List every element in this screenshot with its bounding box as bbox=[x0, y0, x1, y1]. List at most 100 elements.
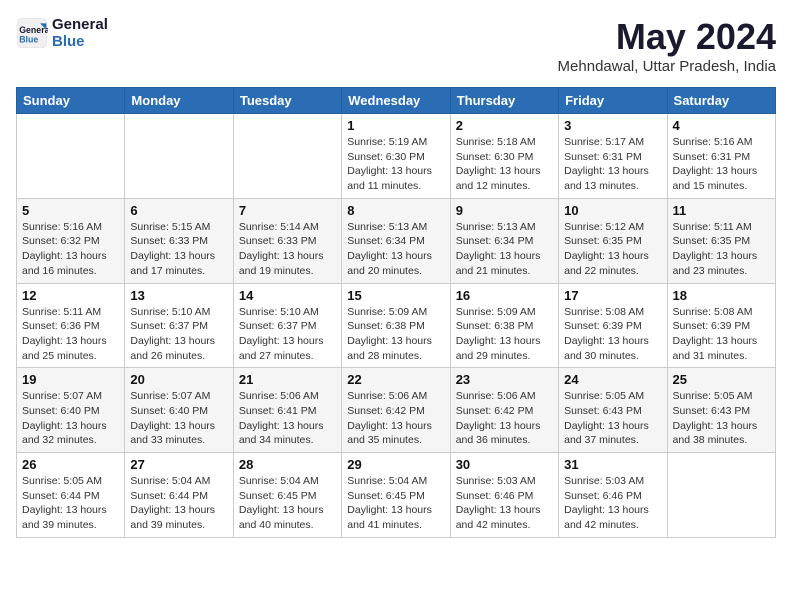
calendar-week-row: 19 Sunrise: 5:07 AM Sunset: 6:40 PM Dayli… bbox=[17, 368, 776, 453]
calendar-empty-cell bbox=[233, 114, 341, 199]
day-info: Sunrise: 5:13 AM Sunset: 6:34 PM Dayligh… bbox=[347, 220, 444, 279]
svg-text:Blue: Blue bbox=[19, 35, 38, 45]
logo-general: General bbox=[52, 16, 108, 33]
calendar-day-cell: 10 Sunrise: 5:12 AM Sunset: 6:35 PM Dayli… bbox=[559, 198, 667, 283]
day-number: 10 bbox=[564, 203, 661, 218]
day-number: 25 bbox=[673, 372, 770, 387]
day-number: 15 bbox=[347, 288, 444, 303]
day-info: Sunrise: 5:10 AM Sunset: 6:37 PM Dayligh… bbox=[239, 305, 336, 364]
calendar-day-cell: 15Sunrise: 5:09 AM Sunset: 6:38 PM Dayli… bbox=[342, 283, 450, 368]
day-info: Sunrise: 5:06 AM Sunset: 6:41 PM Dayligh… bbox=[239, 389, 336, 448]
calendar-week-row: 5 Sunrise: 5:16 AM Sunset: 6:32 PM Daylig… bbox=[17, 198, 776, 283]
weekday-header-friday: Friday bbox=[559, 88, 667, 114]
calendar-day-cell: 7Sunrise: 5:14 AM Sunset: 6:33 PM Daylig… bbox=[233, 198, 341, 283]
day-number: 2 bbox=[456, 118, 553, 133]
calendar-day-cell: 9 Sunrise: 5:13 AM Sunset: 6:34 PM Daylig… bbox=[450, 198, 558, 283]
calendar-day-cell: 14 Sunrise: 5:10 AM Sunset: 6:37 PM Dayli… bbox=[233, 283, 341, 368]
calendar-day-cell: 12 Sunrise: 5:11 AM Sunset: 6:36 PM Dayli… bbox=[17, 283, 125, 368]
calendar-day-cell: 11Sunrise: 5:11 AM Sunset: 6:35 PM Dayli… bbox=[667, 198, 775, 283]
weekday-header-wednesday: Wednesday bbox=[342, 88, 450, 114]
day-number: 17 bbox=[564, 288, 661, 303]
weekday-header-monday: Monday bbox=[125, 88, 233, 114]
calendar-day-cell: 13 Sunrise: 5:10 AM Sunset: 6:37 PM Dayli… bbox=[125, 283, 233, 368]
calendar-day-cell: 28 Sunrise: 5:04 AM Sunset: 6:45 PM Dayli… bbox=[233, 453, 341, 538]
day-info: Sunrise: 5:04 AM Sunset: 6:45 PM Dayligh… bbox=[239, 474, 336, 533]
day-info: Sunrise: 5:06 AM Sunset: 6:42 PM Dayligh… bbox=[347, 389, 444, 448]
calendar-day-cell: 19 Sunrise: 5:07 AM Sunset: 6:40 PM Dayli… bbox=[17, 368, 125, 453]
logo: General Blue General Blue bbox=[16, 16, 108, 50]
day-number: 31 bbox=[564, 457, 661, 472]
day-info: Sunrise: 5:17 AM Sunset: 6:31 PM Dayligh… bbox=[564, 135, 661, 194]
weekday-header-sunday: Sunday bbox=[17, 88, 125, 114]
day-number: 27 bbox=[130, 457, 227, 472]
day-number: 12 bbox=[22, 288, 119, 303]
day-number: 28 bbox=[239, 457, 336, 472]
calendar-day-cell: 2Sunrise: 5:18 AM Sunset: 6:30 PM Daylig… bbox=[450, 114, 558, 199]
day-number: 22 bbox=[347, 372, 444, 387]
calendar-day-cell: 23 Sunrise: 5:06 AM Sunset: 6:42 PM Dayli… bbox=[450, 368, 558, 453]
day-info: Sunrise: 5:05 AM Sunset: 6:44 PM Dayligh… bbox=[22, 474, 119, 533]
day-info: Sunrise: 5:08 AM Sunset: 6:39 PM Dayligh… bbox=[673, 305, 770, 364]
day-number: 30 bbox=[456, 457, 553, 472]
day-number: 16 bbox=[456, 288, 553, 303]
calendar-empty-cell bbox=[667, 453, 775, 538]
calendar-day-cell: 18 Sunrise: 5:08 AM Sunset: 6:39 PM Dayli… bbox=[667, 283, 775, 368]
day-info: Sunrise: 5:07 AM Sunset: 6:40 PM Dayligh… bbox=[130, 389, 227, 448]
day-info: Sunrise: 5:05 AM Sunset: 6:43 PM Dayligh… bbox=[564, 389, 661, 448]
title-block: May 2024 Mehndawal, Uttar Pradesh, India bbox=[558, 16, 776, 75]
calendar-day-cell: 27 Sunrise: 5:04 AM Sunset: 6:44 PM Dayli… bbox=[125, 453, 233, 538]
day-number: 14 bbox=[239, 288, 336, 303]
day-number: 5 bbox=[22, 203, 119, 218]
logo-blue: Blue bbox=[52, 33, 108, 50]
day-info: Sunrise: 5:09 AM Sunset: 6:38 PM Dayligh… bbox=[456, 305, 553, 364]
day-number: 26 bbox=[22, 457, 119, 472]
calendar-day-cell: 17 Sunrise: 5:08 AM Sunset: 6:39 PM Dayli… bbox=[559, 283, 667, 368]
day-info: Sunrise: 5:06 AM Sunset: 6:42 PM Dayligh… bbox=[456, 389, 553, 448]
day-info: Sunrise: 5:14 AM Sunset: 6:33 PM Dayligh… bbox=[239, 220, 336, 279]
day-info: Sunrise: 5:05 AM Sunset: 6:43 PM Dayligh… bbox=[673, 389, 770, 448]
calendar-day-cell: 20Sunrise: 5:07 AM Sunset: 6:40 PM Dayli… bbox=[125, 368, 233, 453]
day-info: Sunrise: 5:13 AM Sunset: 6:34 PM Dayligh… bbox=[456, 220, 553, 279]
calendar-empty-cell bbox=[125, 114, 233, 199]
day-info: Sunrise: 5:11 AM Sunset: 6:36 PM Dayligh… bbox=[22, 305, 119, 364]
day-number: 23 bbox=[456, 372, 553, 387]
weekday-header-saturday: Saturday bbox=[667, 88, 775, 114]
day-info: Sunrise: 5:12 AM Sunset: 6:35 PM Dayligh… bbox=[564, 220, 661, 279]
day-info: Sunrise: 5:07 AM Sunset: 6:40 PM Dayligh… bbox=[22, 389, 119, 448]
day-info: Sunrise: 5:10 AM Sunset: 6:37 PM Dayligh… bbox=[130, 305, 227, 364]
day-info: Sunrise: 5:16 AM Sunset: 6:31 PM Dayligh… bbox=[673, 135, 770, 194]
calendar-day-cell: 29Sunrise: 5:04 AM Sunset: 6:45 PM Dayli… bbox=[342, 453, 450, 538]
day-info: Sunrise: 5:08 AM Sunset: 6:39 PM Dayligh… bbox=[564, 305, 661, 364]
calendar-day-cell: 24Sunrise: 5:05 AM Sunset: 6:43 PM Dayli… bbox=[559, 368, 667, 453]
day-info: Sunrise: 5:04 AM Sunset: 6:44 PM Dayligh… bbox=[130, 474, 227, 533]
calendar-empty-cell bbox=[17, 114, 125, 199]
page-header: General Blue General Blue May 2024 Mehnd… bbox=[16, 16, 776, 75]
calendar-table: SundayMondayTuesdayWednesdayThursdayFrid… bbox=[16, 87, 776, 538]
day-number: 13 bbox=[130, 288, 227, 303]
day-number: 19 bbox=[22, 372, 119, 387]
weekday-header-row: SundayMondayTuesdayWednesdayThursdayFrid… bbox=[17, 88, 776, 114]
day-info: Sunrise: 5:16 AM Sunset: 6:32 PM Dayligh… bbox=[22, 220, 119, 279]
calendar-day-cell: 21 Sunrise: 5:06 AM Sunset: 6:41 PM Dayli… bbox=[233, 368, 341, 453]
day-number: 11 bbox=[673, 203, 770, 218]
location-title: Mehndawal, Uttar Pradesh, India bbox=[558, 58, 776, 75]
weekday-header-tuesday: Tuesday bbox=[233, 88, 341, 114]
calendar-day-cell: 1Sunrise: 5:19 AM Sunset: 6:30 PM Daylig… bbox=[342, 114, 450, 199]
weekday-header-thursday: Thursday bbox=[450, 88, 558, 114]
day-number: 21 bbox=[239, 372, 336, 387]
calendar-week-row: 1Sunrise: 5:19 AM Sunset: 6:30 PM Daylig… bbox=[17, 114, 776, 199]
calendar-day-cell: 31Sunrise: 5:03 AM Sunset: 6:46 PM Dayli… bbox=[559, 453, 667, 538]
day-number: 18 bbox=[673, 288, 770, 303]
day-number: 3 bbox=[564, 118, 661, 133]
day-info: Sunrise: 5:15 AM Sunset: 6:33 PM Dayligh… bbox=[130, 220, 227, 279]
day-number: 6 bbox=[130, 203, 227, 218]
calendar-day-cell: 6 Sunrise: 5:15 AM Sunset: 6:33 PM Daylig… bbox=[125, 198, 233, 283]
calendar-day-cell: 25 Sunrise: 5:05 AM Sunset: 6:43 PM Dayli… bbox=[667, 368, 775, 453]
calendar-day-cell: 8Sunrise: 5:13 AM Sunset: 6:34 PM Daylig… bbox=[342, 198, 450, 283]
day-number: 29 bbox=[347, 457, 444, 472]
calendar-day-cell: 30 Sunrise: 5:03 AM Sunset: 6:46 PM Dayli… bbox=[450, 453, 558, 538]
day-info: Sunrise: 5:03 AM Sunset: 6:46 PM Dayligh… bbox=[456, 474, 553, 533]
day-info: Sunrise: 5:19 AM Sunset: 6:30 PM Dayligh… bbox=[347, 135, 444, 194]
calendar-day-cell: 3 Sunrise: 5:17 AM Sunset: 6:31 PM Daylig… bbox=[559, 114, 667, 199]
day-number: 9 bbox=[456, 203, 553, 218]
